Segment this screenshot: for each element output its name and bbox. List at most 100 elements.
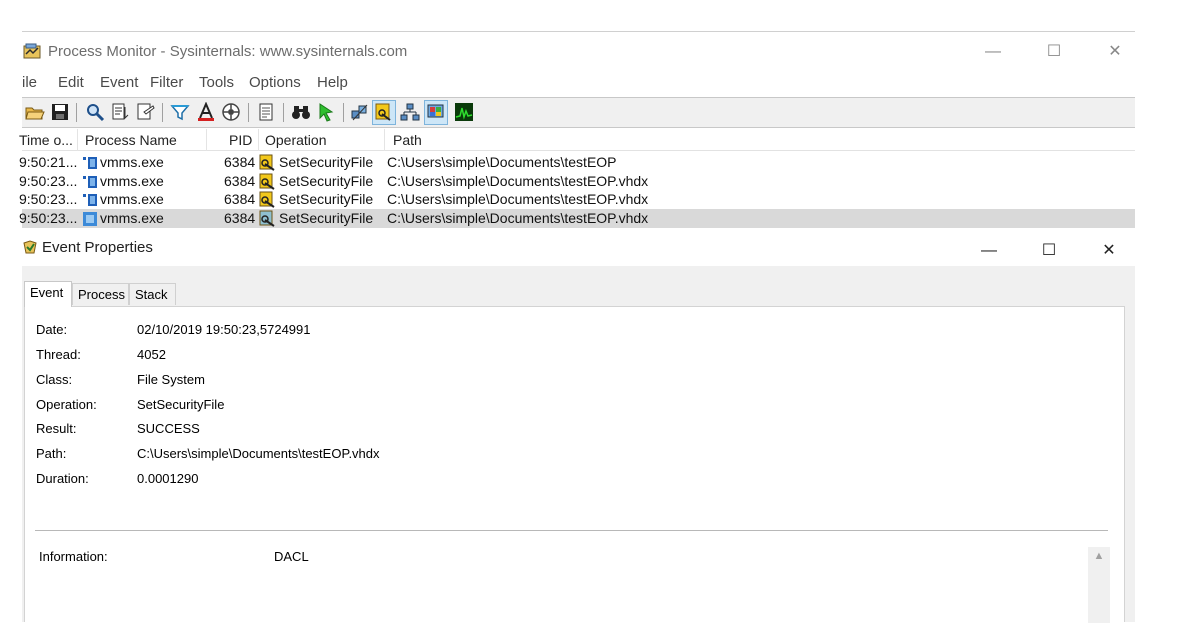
event-operation: SetSecurityFile bbox=[279, 154, 374, 170]
event-path: C:\Users\simple\Documents\testEOP.vhdx bbox=[387, 172, 649, 189]
information-scrollbar[interactable]: ▲ bbox=[1088, 547, 1110, 623]
process-icon bbox=[83, 193, 97, 206]
column-divider[interactable] bbox=[77, 129, 78, 151]
event-pid: 6384 bbox=[224, 209, 256, 226]
duration-value: 0.0001290 bbox=[137, 471, 199, 486]
duration-label: Duration: bbox=[36, 471, 89, 486]
profiling-icon[interactable] bbox=[454, 102, 474, 122]
event-row[interactable]: 9:50:23... vmms.exe 6384 SetSecurityFile C:\… bbox=[19, 172, 1135, 191]
event-process-name: vmms.exe bbox=[100, 154, 164, 170]
thread-value: 4052 bbox=[137, 347, 166, 362]
close-button[interactable]: ✕ bbox=[1092, 40, 1138, 64]
toolbar-separator bbox=[162, 103, 163, 122]
process-monitor-window: Process Monitor - Sysinternals: www.sysi… bbox=[19, 31, 1135, 231]
details-divider bbox=[35, 530, 1108, 531]
autoscroll-icon[interactable] bbox=[110, 102, 130, 122]
event-process-name: vmms.exe bbox=[100, 172, 164, 189]
event-row[interactable]: 9:50:23... vmms.exe 6384 SetSecurityFile C:\… bbox=[19, 190, 1135, 209]
tab-event[interactable]: Event bbox=[24, 281, 72, 307]
event-pid: 6384 bbox=[224, 154, 256, 170]
date-label: Date: bbox=[36, 322, 68, 337]
menu-filter[interactable]: Filter bbox=[150, 74, 183, 91]
column-operation[interactable]: Operation bbox=[265, 132, 326, 148]
open-icon[interactable] bbox=[25, 102, 45, 122]
event-details-panel: Date: 02/10/2019 19:50:23,5724991 Thread… bbox=[24, 306, 1125, 623]
tab-stack[interactable]: Stack bbox=[129, 283, 176, 305]
toolbar-separator bbox=[283, 103, 284, 122]
event-pid: 6384 bbox=[224, 191, 256, 207]
filter-icon[interactable] bbox=[170, 102, 190, 122]
operation-value: SetSecurityFile bbox=[137, 397, 225, 412]
column-divider[interactable] bbox=[206, 129, 207, 151]
process-monitor-titlebar[interactable]: Process Monitor - Sysinternals: www.sysi… bbox=[22, 32, 1135, 70]
event-time: 9:50:21... bbox=[19, 154, 78, 170]
menu-options[interactable]: Options bbox=[249, 74, 301, 91]
toolbar-separator bbox=[343, 103, 344, 122]
menu-tools[interactable]: Tools bbox=[199, 74, 234, 91]
process-activity-toggle[interactable] bbox=[424, 100, 448, 125]
event-operation: SetSecurityFile bbox=[279, 209, 374, 226]
event-properties-window: Event Properties — ☐ ✕ Event Process Sta… bbox=[22, 231, 1135, 623]
process-activity-icon bbox=[427, 104, 444, 118]
toolbar-separator bbox=[76, 103, 77, 122]
clear-icon[interactable] bbox=[135, 102, 155, 122]
event-process-name: vmms.exe bbox=[100, 191, 164, 207]
column-time[interactable]: Time o... bbox=[19, 132, 73, 148]
highlight-icon[interactable] bbox=[196, 102, 216, 122]
path-label: Path: bbox=[36, 446, 67, 461]
event-pid: 6384 bbox=[224, 172, 256, 189]
file-activity-icon bbox=[375, 103, 391, 121]
column-divider[interactable] bbox=[384, 129, 385, 151]
event-row[interactable]: 9:50:23... vmms.exe 6384 SetSecurityFile C:\… bbox=[19, 208, 1135, 228]
toolbar bbox=[22, 97, 1135, 128]
event-time: 9:50:23... bbox=[19, 209, 78, 226]
find-icon[interactable] bbox=[85, 102, 105, 122]
result-label: Result: bbox=[36, 421, 77, 436]
minimize-button[interactable]: — bbox=[970, 40, 1016, 64]
jump-to-icon[interactable] bbox=[316, 102, 336, 122]
event-time: 9:50:23... bbox=[19, 191, 78, 207]
event-properties-minimize-button[interactable]: — bbox=[966, 239, 1012, 263]
operation-label: Operation: bbox=[36, 397, 97, 412]
registry-activity-icon[interactable] bbox=[350, 102, 370, 122]
event-properties-body: Event Process Stack Date: 02/10/2019 19:… bbox=[22, 266, 1135, 623]
information-value: DACL bbox=[274, 549, 309, 564]
menu-help[interactable]: Help bbox=[317, 74, 348, 91]
class-label: Class: bbox=[36, 372, 73, 387]
column-pid[interactable]: PID bbox=[229, 132, 252, 148]
maximize-button[interactable]: ☐ bbox=[1031, 40, 1077, 64]
process-monitor-app-icon bbox=[23, 43, 41, 59]
event-path: C:\Users\simple\Documents\testEOP bbox=[387, 154, 617, 170]
event-operation: SetSecurityFile bbox=[279, 172, 374, 189]
column-path[interactable]: Path bbox=[393, 132, 422, 148]
file-activity-toggle[interactable] bbox=[372, 100, 396, 125]
column-divider[interactable] bbox=[258, 129, 259, 151]
class-value: File System bbox=[137, 372, 205, 387]
file-system-icon bbox=[259, 154, 276, 171]
include-process-icon[interactable] bbox=[221, 102, 241, 122]
event-operation: SetSecurityFile bbox=[279, 191, 374, 207]
process-icon bbox=[83, 156, 97, 169]
maximize-icon: ☐ bbox=[1046, 43, 1062, 60]
jump-icon[interactable] bbox=[256, 102, 276, 122]
network-activity-icon[interactable] bbox=[400, 102, 420, 122]
event-process-name: vmms.exe bbox=[100, 209, 164, 226]
scroll-up-icon[interactable]: ▲ bbox=[1093, 551, 1105, 562]
file-system-icon bbox=[259, 173, 276, 190]
menu-event[interactable]: Event bbox=[100, 74, 138, 91]
file-system-icon bbox=[259, 210, 276, 227]
menu-edit[interactable]: Edit bbox=[58, 74, 84, 91]
menu-file[interactable]: ile bbox=[22, 74, 37, 91]
event-row[interactable]: 9:50:21... vmms.exe 6384 SetSecurityFile C:\… bbox=[19, 153, 1135, 172]
tab-process[interactable]: Process bbox=[72, 283, 129, 305]
information-label: Information: bbox=[39, 549, 108, 564]
find-binoculars-icon[interactable] bbox=[291, 102, 311, 122]
event-properties-maximize-button[interactable]: ☐ bbox=[1026, 239, 1072, 263]
path-value: C:\Users\simple\Documents\testEOP.vhdx bbox=[137, 446, 380, 461]
event-path: C:\Users\simple\Documents\testEOP.vhdx bbox=[387, 209, 649, 226]
save-icon[interactable] bbox=[50, 102, 70, 122]
minimize-icon: — bbox=[985, 43, 1001, 60]
result-value: SUCCESS bbox=[137, 421, 200, 436]
event-properties-close-button[interactable]: ✕ bbox=[1086, 239, 1132, 263]
column-process-name[interactable]: Process Name bbox=[85, 132, 177, 148]
